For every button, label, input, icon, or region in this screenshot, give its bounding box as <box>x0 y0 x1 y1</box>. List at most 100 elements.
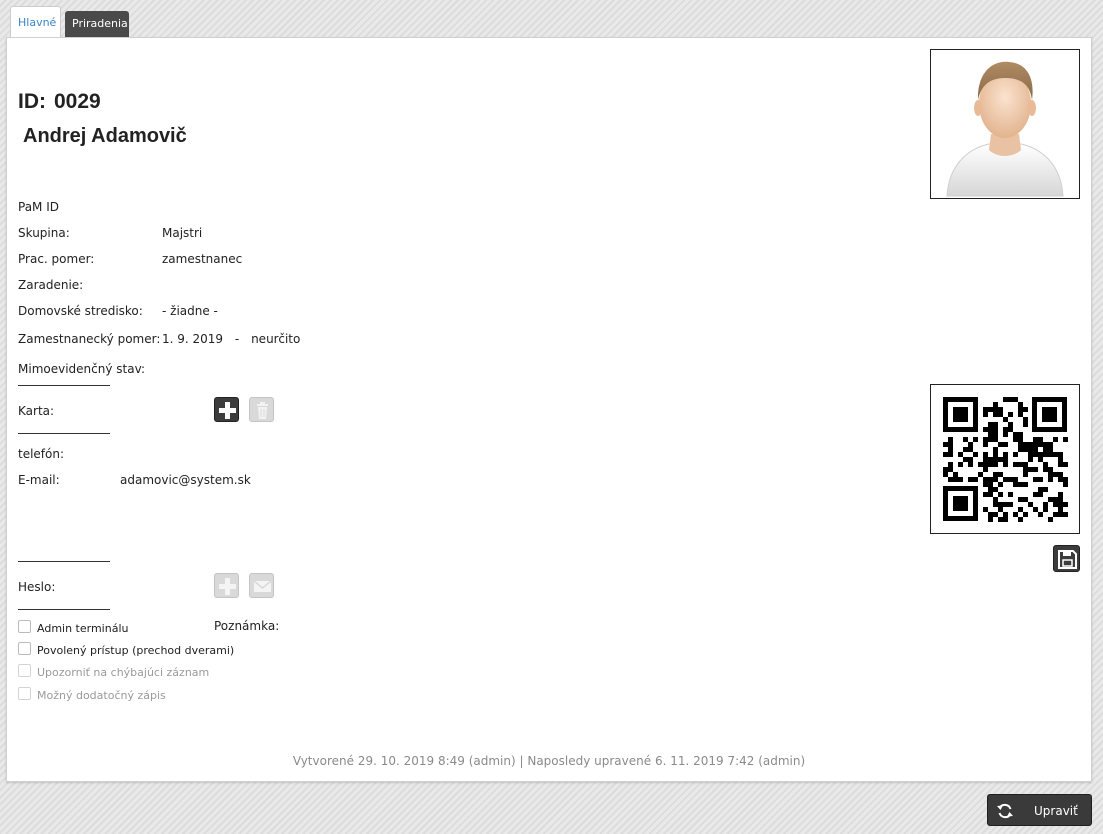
qr-module <box>1033 467 1038 472</box>
admin-terminalu-checkbox[interactable]: Admin terminálu <box>18 620 128 635</box>
qr-module <box>1013 477 1018 482</box>
qr-module <box>1038 512 1043 517</box>
qr-module <box>1053 472 1058 477</box>
qr-module <box>993 437 998 442</box>
qr-module <box>1018 497 1023 502</box>
qr-module <box>1013 482 1018 487</box>
id-label: ID: <box>18 90 46 113</box>
qr-module <box>958 452 963 457</box>
qr-module <box>948 437 953 442</box>
divider <box>18 561 110 562</box>
qr-module <box>988 492 993 497</box>
checkbox-label: Upozorniť na chýbajúci záznam <box>37 666 210 679</box>
add-card-button[interactable] <box>214 397 239 422</box>
qr-module <box>1058 502 1063 507</box>
qr-module <box>968 442 973 447</box>
qr-module <box>948 467 953 472</box>
qr-module <box>1013 432 1018 437</box>
qr-module <box>1018 482 1023 487</box>
edit-button-label: Upraviť <box>1034 804 1078 818</box>
qr-module <box>993 497 998 502</box>
qr-module <box>1058 497 1063 502</box>
qr-module <box>1008 492 1013 497</box>
qr-module <box>993 427 998 432</box>
qr-module <box>948 477 953 482</box>
povoleny-pristup-checkbox[interactable]: Povolený prístup (prechod dverami) <box>18 642 234 657</box>
refresh-icon <box>997 803 1013 819</box>
qr-module <box>958 462 963 467</box>
id-value: 0029 <box>54 90 101 113</box>
qr-module <box>1018 412 1023 417</box>
qr-module <box>993 402 998 407</box>
qr-module <box>943 442 948 447</box>
qr-module <box>1013 452 1018 457</box>
qr-module <box>988 432 993 437</box>
email-label: E-mail: <box>18 473 60 487</box>
qr-module <box>1018 432 1023 437</box>
qr-module <box>1043 462 1048 467</box>
qr-module <box>963 457 968 462</box>
checkbox-label: Povolený prístup (prechod dverami) <box>37 644 235 657</box>
checkbox-box[interactable] <box>18 642 31 655</box>
qr-module <box>958 477 963 482</box>
qr-module <box>1033 477 1038 482</box>
qr-module <box>1003 477 1008 482</box>
checkbox-label: Admin terminálu <box>37 622 129 635</box>
qr-module <box>988 422 993 427</box>
qr-module <box>993 477 998 482</box>
qr-module <box>1033 492 1038 497</box>
qr-module <box>1018 447 1023 452</box>
add-password-button[interactable] <box>214 573 239 598</box>
checkbox-box[interactable] <box>18 620 31 633</box>
zaradenie-label: Zaradenie: <box>18 278 84 292</box>
qr-module <box>983 477 988 482</box>
plus-icon <box>219 578 236 595</box>
mozny-zapis-checkbox[interactable]: Možný dodatočný zápis <box>18 687 166 702</box>
heslo-label: Heslo: <box>18 580 56 594</box>
qr-module <box>988 462 993 467</box>
checkbox-box[interactable] <box>18 664 31 677</box>
qr-module <box>993 407 998 412</box>
qr-module <box>983 427 988 432</box>
send-password-button[interactable] <box>249 573 274 598</box>
qr-module <box>983 452 988 457</box>
checkbox-box[interactable] <box>18 687 31 700</box>
delete-card-button[interactable] <box>249 397 274 422</box>
qr-module <box>983 462 988 467</box>
qr-module <box>1048 452 1053 457</box>
qr-module <box>993 412 998 417</box>
divider <box>18 609 110 610</box>
qr-module <box>1043 487 1048 492</box>
qr-module <box>993 512 998 517</box>
qr-module <box>1058 457 1063 462</box>
qr-module <box>993 487 998 492</box>
qr-module <box>993 462 998 467</box>
upozornit-checkbox[interactable]: Upozorniť na chýbajúci záznam <box>18 664 209 679</box>
qr-module <box>1053 437 1058 442</box>
qr-module <box>983 457 988 462</box>
qr-module <box>1058 512 1063 517</box>
qr-module <box>1038 457 1043 462</box>
qr-module <box>1028 467 1033 472</box>
qr-module <box>1053 452 1058 457</box>
qr-module <box>1063 502 1068 507</box>
qr-module <box>993 457 998 462</box>
employee-detail-panel: ID: 0029 Andrej Adamovič PaM ID Skupina:… <box>6 37 1092 782</box>
prac-pomer-value: zamestnanec <box>162 252 243 266</box>
qr-module <box>953 477 958 482</box>
zamestnanecky-pomer-label: Zamestnanecký pomer: <box>18 332 161 346</box>
tab-priradenia[interactable]: Priradenia <box>65 11 129 37</box>
qr-module <box>1053 512 1058 517</box>
qr-module <box>1058 472 1063 477</box>
qr-code <box>930 384 1080 534</box>
telefon-label: telefón: <box>18 447 65 461</box>
trash-icon <box>257 402 268 419</box>
save-qr-button[interactable] <box>1053 545 1080 572</box>
qr-module <box>1023 497 1028 502</box>
qr-module <box>1048 497 1053 502</box>
tab-hlavne[interactable]: Hlavné <box>10 6 61 37</box>
pomer-to: neurčito <box>251 332 301 346</box>
qr-module <box>1058 462 1063 467</box>
edit-button[interactable]: Upraviť <box>987 794 1092 826</box>
employee-photo[interactable] <box>930 49 1080 199</box>
